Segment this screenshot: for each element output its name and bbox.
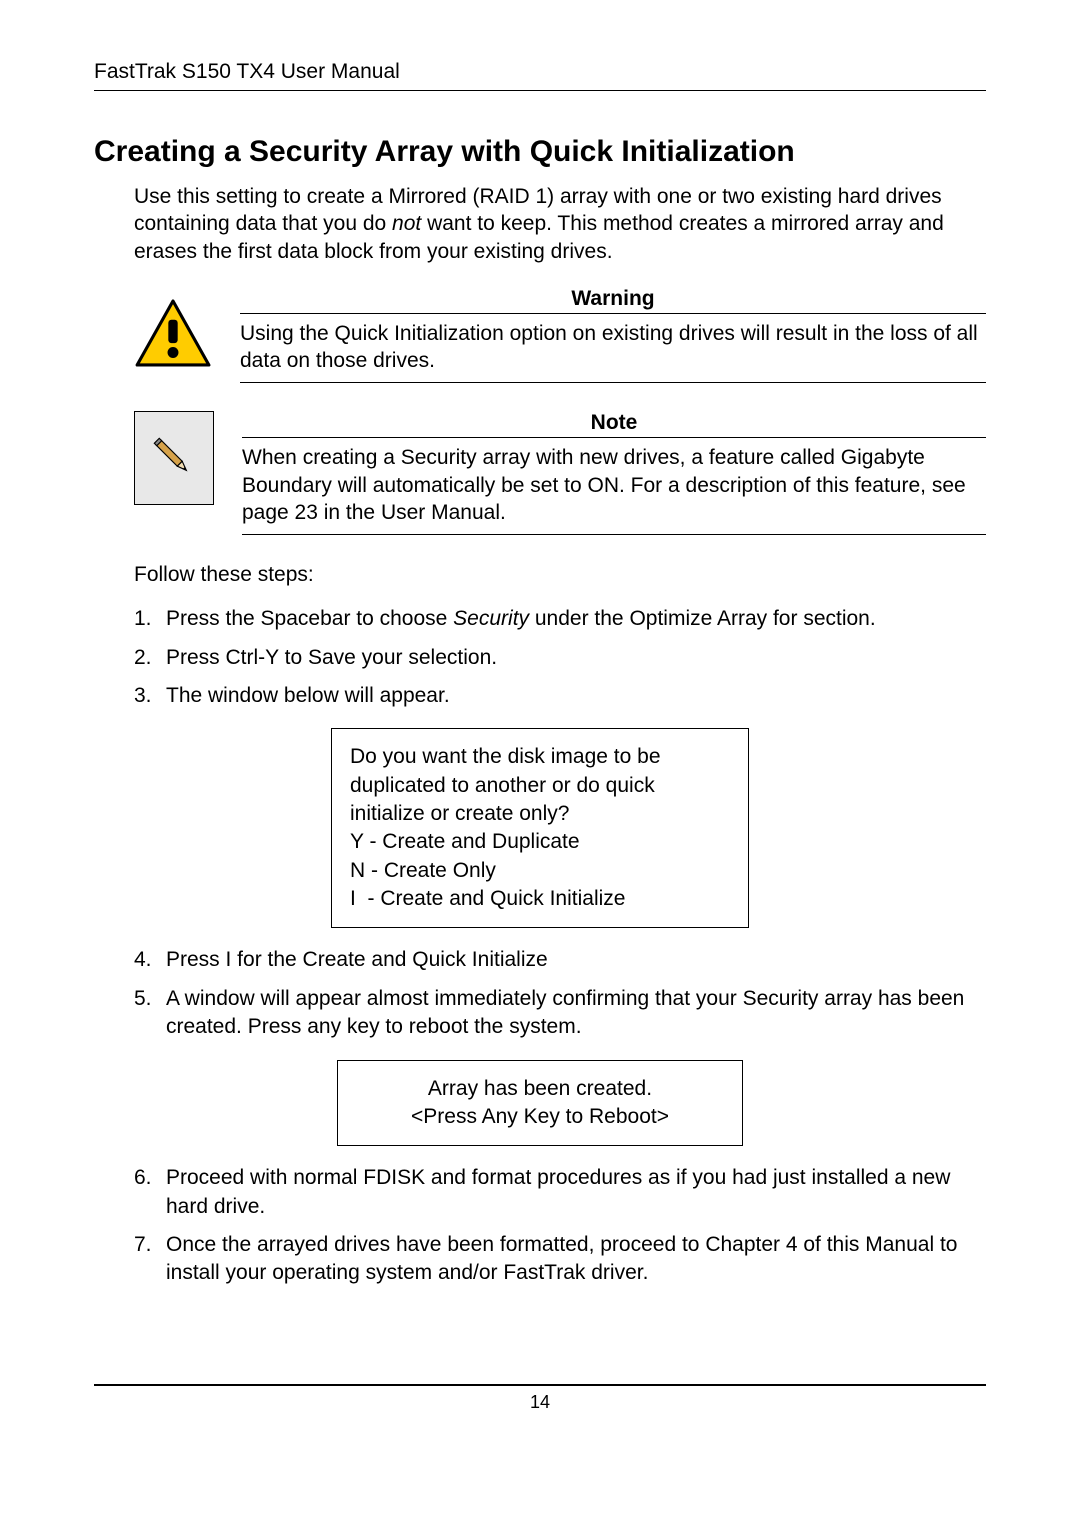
step-6: 6. Proceed with normal FDISK and format … bbox=[134, 1164, 986, 1221]
step-text: Proceed with normal FDISK and format pro… bbox=[166, 1164, 986, 1221]
step-num: 7. bbox=[134, 1231, 166, 1259]
page-header: FastTrak S150 TX4 User Manual bbox=[94, 60, 986, 91]
step-text: The window below will appear. bbox=[166, 682, 986, 710]
step-text: Press I for the Create and Quick Initial… bbox=[166, 946, 986, 974]
step-1: 1. Press the Spacebar to choose Security… bbox=[134, 605, 986, 633]
intro-italic: not bbox=[392, 212, 421, 235]
prompt-dialog-2: Array has been created. <Press Any Key t… bbox=[337, 1060, 743, 1147]
intro-paragraph: Use this setting to create a Mirrored (R… bbox=[134, 183, 986, 265]
step-text: Press Ctrl-Y to Save your selection. bbox=[166, 644, 986, 672]
step-7: 7. Once the arrayed drives have been for… bbox=[134, 1231, 986, 1288]
step-text: A window will appear almost immediately … bbox=[166, 985, 986, 1042]
prompt-option-y: Y - Create and Duplicate bbox=[350, 828, 730, 856]
step-num: 2. bbox=[134, 644, 166, 672]
warning-label: Warning bbox=[240, 287, 986, 314]
step-text: Once the arrayed drives have been format… bbox=[166, 1231, 986, 1288]
step-num: 4. bbox=[134, 946, 166, 974]
step-1-italic: Security bbox=[453, 607, 529, 630]
prompt2-line2: <Press Any Key to Reboot> bbox=[360, 1103, 720, 1131]
step-2: 2. Press Ctrl-Y to Save your selection. bbox=[134, 644, 986, 672]
steps-list-cont-1: 4. Press I for the Create and Quick Init… bbox=[134, 946, 986, 1041]
prompt-dialog-1: Do you want the disk image to be duplica… bbox=[331, 728, 749, 928]
section-heading: Creating a Security Array with Quick Ini… bbox=[94, 135, 986, 169]
note-text: When creating a Security array with new … bbox=[242, 444, 986, 535]
step-num: 3. bbox=[134, 682, 166, 710]
prompt-option-n: N - Create Only bbox=[350, 857, 730, 885]
pencil-icon bbox=[134, 411, 214, 505]
steps-list-cont-2: 6. Proceed with normal FDISK and format … bbox=[134, 1164, 986, 1287]
warning-triangle-icon bbox=[134, 287, 212, 379]
steps-list: 1. Press the Spacebar to choose Security… bbox=[134, 605, 986, 710]
step-4: 4. Press I for the Create and Quick Init… bbox=[134, 946, 986, 974]
note-label: Note bbox=[242, 411, 986, 438]
page-number: 14 bbox=[0, 1386, 1080, 1413]
step-num: 5. bbox=[134, 985, 166, 1013]
warning-callout: Warning Using the Quick Initialization o… bbox=[134, 287, 986, 384]
warning-text: Using the Quick Initialization option on… bbox=[240, 320, 986, 384]
prompt-option-i: I - Create and Quick Initialize bbox=[350, 885, 730, 913]
note-callout: Note When creating a Security array with… bbox=[134, 411, 986, 535]
step-1-post: under the Optimize Array for section. bbox=[529, 607, 876, 630]
step-num: 6. bbox=[134, 1164, 166, 1192]
step-1-pre: Press the Spacebar to choose bbox=[166, 607, 453, 630]
step-5: 5. A window will appear almost immediate… bbox=[134, 985, 986, 1042]
step-num: 1. bbox=[134, 605, 166, 633]
follow-steps-label: Follow these steps: bbox=[134, 563, 986, 587]
prompt-question: Do you want the disk image to be duplica… bbox=[350, 743, 730, 828]
prompt2-line1: Array has been created. bbox=[360, 1075, 720, 1103]
step-3: 3. The window below will appear. bbox=[134, 682, 986, 710]
